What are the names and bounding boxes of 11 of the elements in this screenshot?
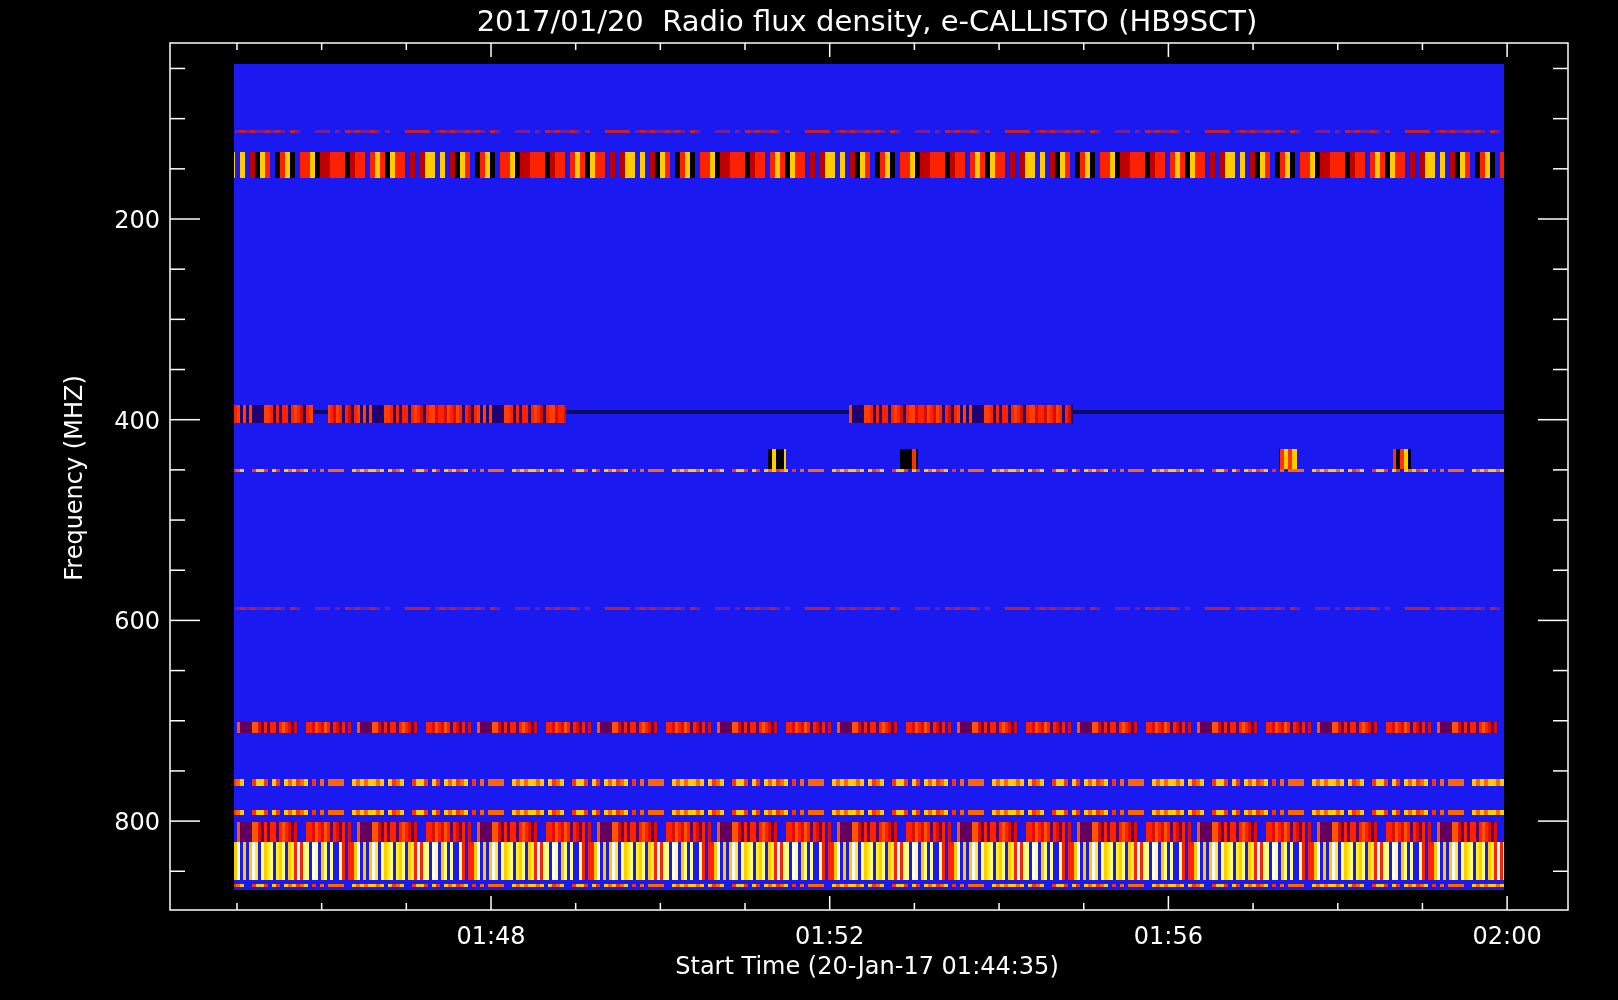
- chart-title: 2017/01/20 Radio flux density, e-CALLISTO (HB9SCT): [476, 4, 1258, 38]
- tick-label: 200: [114, 206, 160, 234]
- tick-label: 01:52: [795, 922, 865, 950]
- axis-title: Start Time (20-Jan-17 01:44:35): [675, 952, 1059, 980]
- tick-label: 02:00: [1472, 922, 1542, 950]
- tick-label: 600: [114, 607, 160, 636]
- tick-label: 800: [114, 808, 160, 837]
- tick-label: 01:56: [1133, 922, 1203, 950]
- tick-label: 400: [114, 406, 160, 435]
- tick-label: 01:48: [456, 922, 526, 950]
- axis-title: Frequency (MHZ): [60, 375, 88, 581]
